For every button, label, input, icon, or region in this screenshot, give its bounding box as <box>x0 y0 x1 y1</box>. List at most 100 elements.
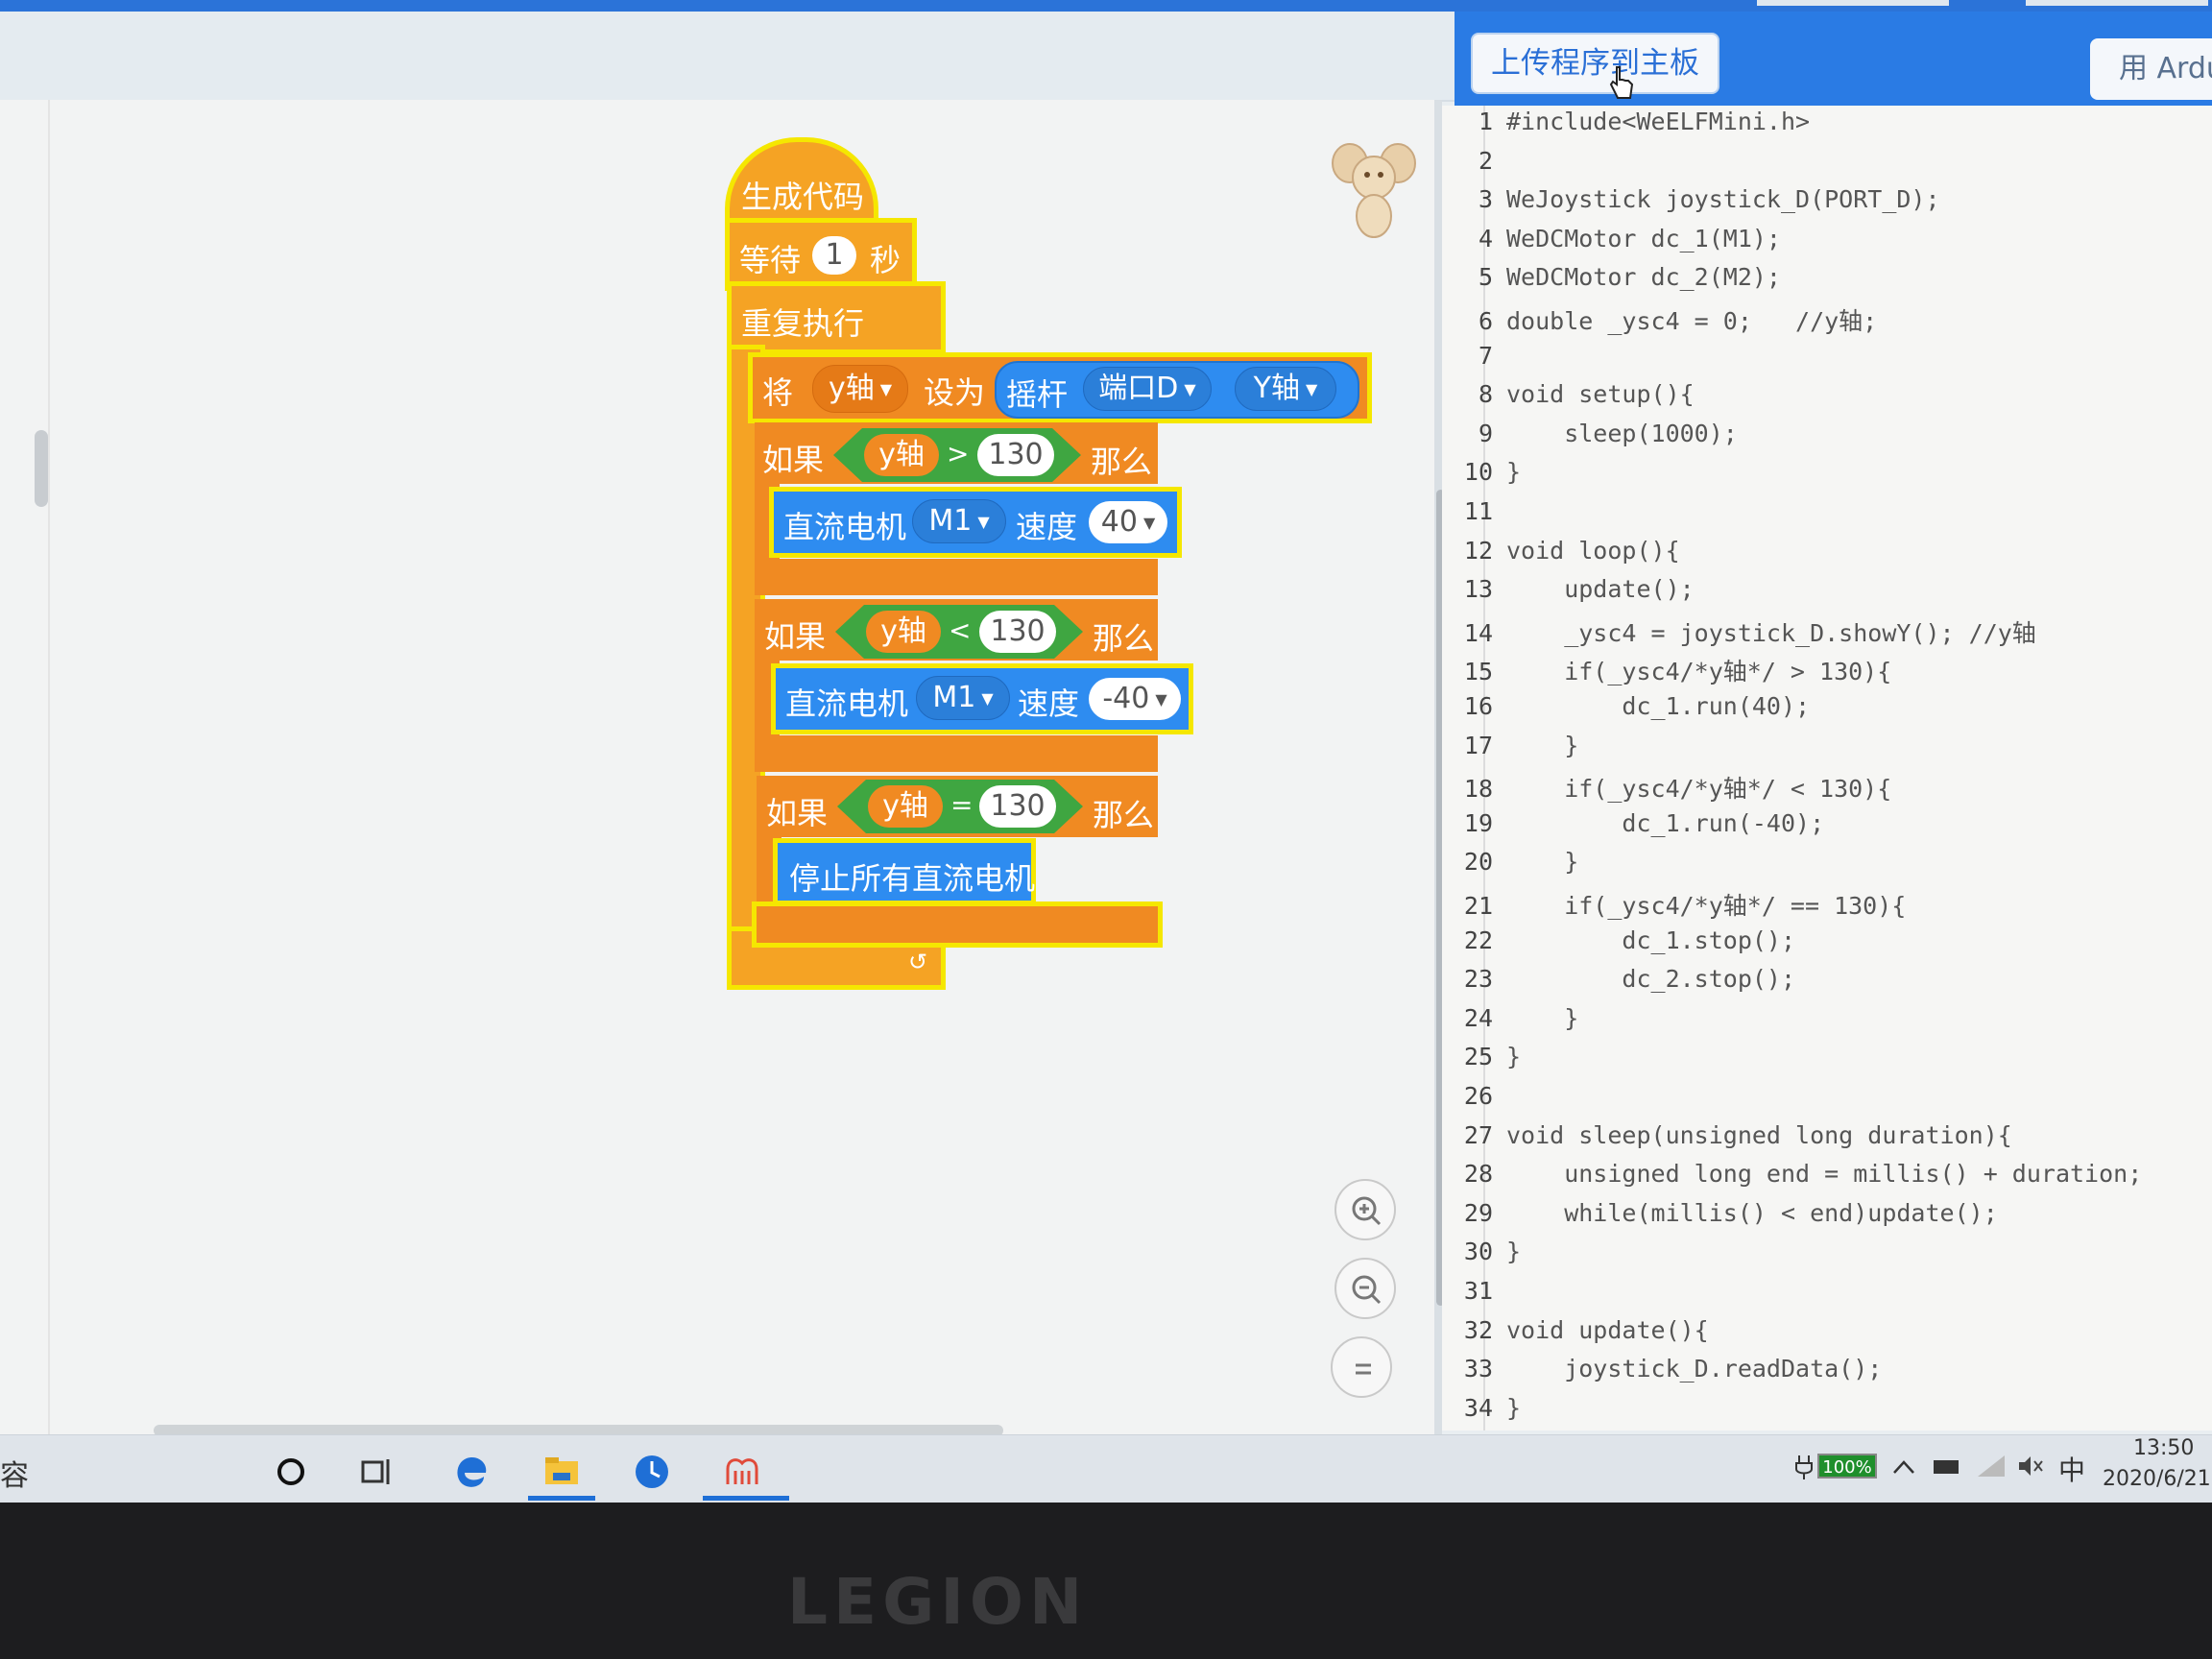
code-line[interactable]: 2 <box>1445 147 1506 185</box>
code-line[interactable]: 29 while(millis() < end)update(); <box>1445 1199 1998 1238</box>
compare-value-input[interactable]: 130 <box>977 434 1054 476</box>
line-number: 29 <box>1463 1198 1493 1227</box>
line-number: 10 <box>1463 458 1493 487</box>
line-number: 5 <box>1478 263 1493 292</box>
code-line[interactable]: 16 dc_1.run(40); <box>1445 692 1810 731</box>
clock-time[interactable]: 13:50 <box>2133 1436 2194 1460</box>
wifi-icon[interactable] <box>1976 1454 2007 1479</box>
code-line[interactable]: 31 <box>1445 1277 1506 1315</box>
motor-port-dropdown[interactable]: M1 ▼ <box>912 499 1006 543</box>
line-number: 30 <box>1463 1238 1493 1266</box>
taskbar-left-text: 容 <box>0 1459 29 1493</box>
code-line[interactable]: 27 void sleep(unsigned long duration){ <box>1445 1121 2012 1160</box>
line-number: 34 <box>1463 1393 1493 1422</box>
speed-label: 速度 <box>1016 509 1078 545</box>
code-line[interactable]: 17 } <box>1445 732 1578 770</box>
speed-label: 速度 <box>1018 685 1080 722</box>
clock-app-icon[interactable] <box>630 1450 674 1494</box>
code-line[interactable]: 7 <box>1445 342 1506 380</box>
code-line[interactable]: 14 _ysc4 = joystick_D.showY(); //y轴 <box>1445 614 2036 653</box>
zoom-reset-button[interactable] <box>1331 1336 1392 1398</box>
variable-reporter[interactable]: y轴 <box>868 785 943 828</box>
code-line[interactable]: 18 if(_ysc4/*y轴*/ < 130){ <box>1445 770 1891 808</box>
code-line[interactable]: 32 void update(){ <box>1445 1316 1709 1355</box>
code-line[interactable]: 11 <box>1445 497 1506 536</box>
zoom-out-button[interactable] <box>1334 1258 1396 1319</box>
battery-indicator[interactable]: 100% <box>1817 1454 1877 1479</box>
code-line[interactable]: 10} <box>1445 458 1521 496</box>
workspace-vertical-scrollbar[interactable] <box>35 430 48 507</box>
loop-arrow-icon: ↺ <box>908 949 928 975</box>
weeemake-app-icon[interactable] <box>720 1450 764 1494</box>
code-line[interactable]: 9 sleep(1000); <box>1445 420 1738 458</box>
zoom-in-button[interactable] <box>1334 1179 1396 1240</box>
line-number: 21 <box>1463 892 1493 920</box>
speed-dropdown[interactable]: 40 ▼ <box>1089 501 1167 543</box>
block-workspace[interactable] <box>0 100 1435 1434</box>
then-label: 那么 <box>1091 444 1153 480</box>
code-text: unsigned long end = millis() + duration; <box>1506 1160 2143 1189</box>
zoom-out-icon <box>1352 1275 1382 1305</box>
line-number: 28 <box>1463 1160 1493 1189</box>
compare-value-input[interactable]: 130 <box>979 785 1056 828</box>
code-line[interactable]: 33 joystick_D.readData(); <box>1445 1355 1882 1393</box>
open-arduino-button[interactable]: 用 Ardu <box>2090 38 2212 100</box>
laptop-brand-logo: LEGION <box>787 1565 1089 1639</box>
code-text: } <box>1506 1393 1522 1422</box>
line-number: 33 <box>1463 1355 1493 1383</box>
file-explorer-icon[interactable] <box>540 1450 584 1494</box>
screen: 上传程序到主板 用 Ardu 生成代码 等待 1 秒 重复执行 ↺ 将 y轴▼ <box>0 0 2212 1503</box>
code-line[interactable]: 22 dc_1.stop(); <box>1445 926 1795 965</box>
code-line[interactable]: 12 void loop(){ <box>1445 537 1680 575</box>
line-number: 15 <box>1463 658 1493 686</box>
code-line[interactable]: 25} <box>1445 1043 1521 1081</box>
code-text: } <box>1506 848 1579 877</box>
upload-program-button[interactable]: 上传程序到主板 <box>1471 33 1719 94</box>
variable-reporter[interactable]: y轴 <box>866 611 941 653</box>
code-line[interactable]: 8 void setup(){ <box>1445 380 1695 419</box>
code-line[interactable]: 19 dc_1.run(-40); <box>1445 809 1824 848</box>
keyboard-icon[interactable] <box>1932 1455 1960 1479</box>
code-line[interactable]: 13 update(); <box>1445 575 1695 613</box>
speed-dropdown[interactable]: -40 ▼ <box>1089 678 1181 720</box>
code-text: WeDCMotor dc_1(M1); <box>1506 224 1781 252</box>
code-line[interactable]: 4 WeDCMotor dc_1(M1); <box>1445 225 1781 263</box>
code-line[interactable]: 30} <box>1445 1238 1521 1276</box>
code-line[interactable]: 23 dc_2.stop(); <box>1445 965 1795 1003</box>
hat-label: 生成代码 <box>741 179 865 215</box>
line-number: 26 <box>1463 1082 1493 1110</box>
line-number: 7 <box>1478 341 1493 370</box>
port-dropdown[interactable]: 端口D ▼ <box>1083 367 1212 411</box>
compare-value-input[interactable]: 130 <box>979 611 1056 653</box>
code-line[interactable]: 26 <box>1445 1082 1506 1120</box>
code-line[interactable]: 3 WeJoystick joystick_D(PORT_D); <box>1445 185 1940 224</box>
code-line[interactable]: 21 if(_ysc4/*y轴*/ == 130){ <box>1445 887 1906 926</box>
zoom-in-icon <box>1352 1196 1382 1226</box>
motor-port-dropdown[interactable]: M1 ▼ <box>916 676 1010 720</box>
chevron-down-icon: ▼ <box>977 512 990 531</box>
code-line[interactable]: 28 unsigned long end = millis() + durati… <box>1445 1160 2142 1198</box>
task-view-icon[interactable] <box>355 1450 399 1494</box>
chevron-up-icon[interactable] <box>1891 1457 1916 1477</box>
line-number: 17 <box>1463 731 1493 759</box>
code-text: void loop(){ <box>1506 536 1680 565</box>
clock-date[interactable]: 2020/6/21 <box>2103 1467 2211 1491</box>
axis-dropdown[interactable]: Y轴 ▼ <box>1235 367 1336 411</box>
volume-muted-icon[interactable] <box>2016 1454 2045 1479</box>
active-app-indicator <box>703 1496 789 1501</box>
input-method-indicator[interactable]: 中 <box>2058 1450 2085 1488</box>
code-line[interactable]: 24 } <box>1445 1004 1578 1043</box>
edge-browser-icon[interactable] <box>449 1450 493 1494</box>
set-variable-dropdown[interactable]: y轴 ▼ <box>812 365 908 413</box>
code-line[interactable]: 15 if(_ysc4/*y轴*/ > 130){ <box>1445 653 1891 691</box>
wait-unit-label: 秒 <box>870 242 902 278</box>
code-line[interactable]: 1 #include<WeELFMini.h> <box>1445 108 1810 146</box>
variable-reporter[interactable]: y轴 <box>864 434 939 476</box>
code-line[interactable]: 5 WeDCMotor dc_2(M2); <box>1445 263 1781 301</box>
operator-equal: = <box>950 789 974 821</box>
cortana-search-icon[interactable] <box>269 1450 313 1494</box>
code-line[interactable]: 20 } <box>1445 848 1578 886</box>
code-line[interactable]: 6 double _ysc4 = 0; //y轴; <box>1445 302 1877 341</box>
wait-seconds-input[interactable]: 1 <box>812 236 856 275</box>
code-line[interactable]: 34} <box>1445 1394 1521 1432</box>
